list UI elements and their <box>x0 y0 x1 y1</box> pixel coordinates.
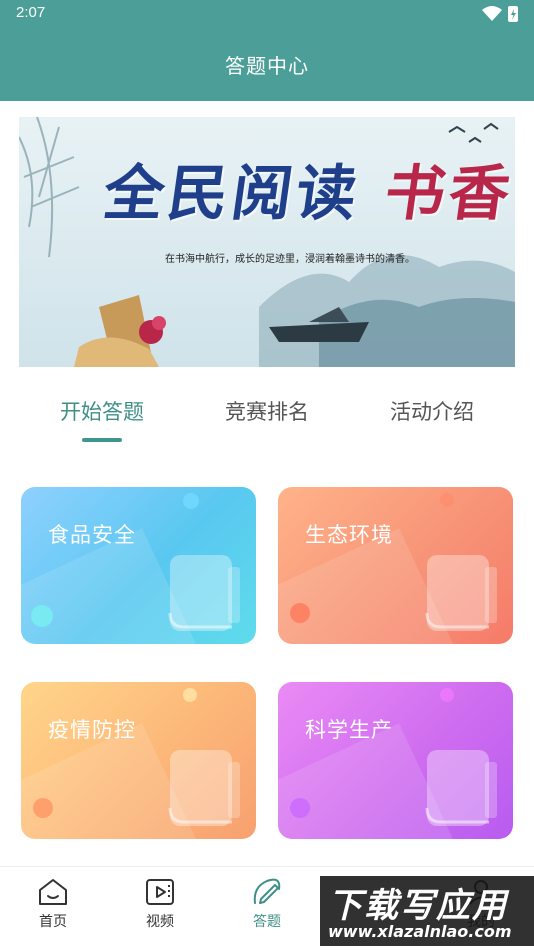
category-label: 科学生产 <box>305 718 393 742</box>
app-bar: 答题中心 <box>0 28 534 101</box>
page-title: 答题中心 <box>225 54 309 78</box>
book-icon <box>425 750 497 826</box>
book-icon <box>168 555 240 631</box>
nav-label: 视频 <box>146 914 174 930</box>
banner-subtitle: 在书海中航行，成长的足迹里，浸润着翰墨诗书的清香。 <box>165 254 415 265</box>
category-card-ecology[interactable]: 生态环境 <box>278 487 513 644</box>
banner-title-part1: 全民阅读 <box>99 159 366 229</box>
tab-active-indicator <box>82 438 122 442</box>
wifi-icon <box>482 6 502 21</box>
status-time: 2:07 <box>16 4 46 21</box>
watermark-logo-text: 下载写应用 <box>328 886 508 926</box>
category-label: 食品安全 <box>48 523 136 547</box>
pencil-icon <box>253 878 281 904</box>
tab-start-quiz[interactable]: 开始答题 <box>13 396 191 426</box>
tab-ranking[interactable]: 竞赛排名 <box>178 396 356 426</box>
category-card-science-production[interactable]: 科学生产 <box>278 682 513 839</box>
watermark-url: www.xlazalnlao.com <box>328 922 512 941</box>
home-icon <box>39 879 67 905</box>
banner-title-part2: 书香中国 <box>380 159 515 229</box>
nav-home[interactable]: 首页 <box>23 877 83 931</box>
status-icons <box>482 6 518 22</box>
promo-banner[interactable]: 全民阅读 书香中国 在书海中航行，成长的足迹里，浸润着翰墨诗书的清香。 <box>19 117 515 367</box>
nav-label: 首页 <box>39 914 67 930</box>
status-bar: 2:07 <box>0 0 534 28</box>
category-label: 疫情防控 <box>48 718 136 742</box>
book-icon <box>168 750 240 826</box>
category-card-epidemic-control[interactable]: 疫情防控 <box>21 682 256 839</box>
tab-bar: 开始答题 竞赛排名 活动介绍 <box>0 396 534 446</box>
banner-title: 全民阅读 书香中国 <box>99 145 515 232</box>
category-card-food-safety[interactable]: 食品安全 <box>21 487 256 644</box>
nav-quiz[interactable]: 答题 <box>237 877 297 931</box>
category-label: 生态环境 <box>305 523 393 547</box>
tab-activity-intro[interactable]: 活动介绍 <box>343 396 521 426</box>
watermark-overlay: 下载写应用 www.xlazalnlao.com <box>320 876 534 946</box>
nav-label: 答题 <box>253 914 281 930</box>
book-icon <box>425 555 497 631</box>
nav-video[interactable]: 视频 <box>130 877 190 931</box>
video-icon <box>146 879 174 905</box>
